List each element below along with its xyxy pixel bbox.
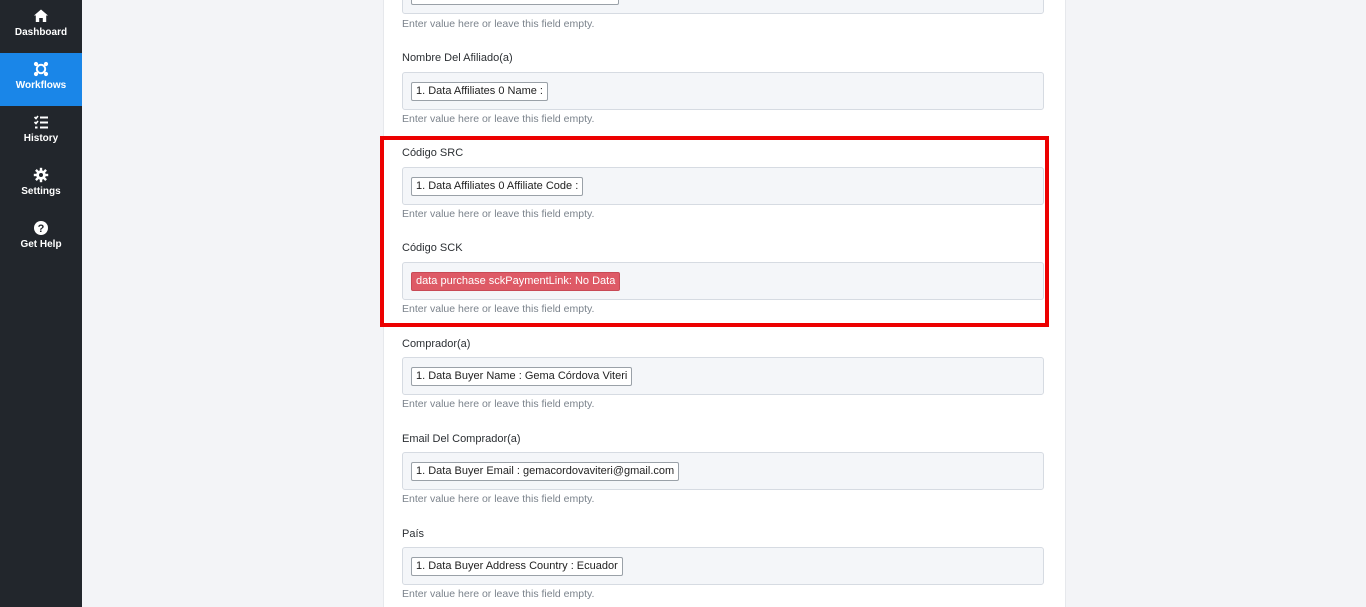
token-pill[interactable]: 1. Data Affiliates 0 Affiliate Code : [411, 177, 584, 196]
field-input-buyer-name[interactable]: 1. Data Buyer Name : Gema Córdova Viteri [402, 357, 1044, 395]
sidebar-item-label: History [23, 133, 59, 144]
field-label-src-code: Código SRC [402, 147, 464, 159]
field-label-affiliate-name: Nombre Del Afiliado(a) [402, 52, 513, 64]
sidebar: Dashboard Workflows History Settings ? G… [0, 0, 82, 607]
field-input-buyer-email[interactable]: 1. Data Buyer Email : gemacordovaviteri@… [402, 452, 1044, 490]
help-icon: ? [34, 221, 48, 235]
field-label-buyer-email: Email Del Comprador(a) [402, 433, 521, 445]
token-pill[interactable] [411, 0, 619, 5]
sidebar-item-label: Settings [21, 186, 61, 197]
history-icon [33, 115, 48, 129]
token-pill-error[interactable]: data purchase sckPaymentLink: No Data [411, 272, 621, 291]
sidebar-item-label: Dashboard [14, 27, 68, 38]
token-pill[interactable]: 1. Data Buyer Email : gemacordovaviteri@… [411, 462, 680, 481]
token-pill[interactable]: 1. Data Buyer Address Country : Ecuador [411, 557, 623, 576]
field-label-buyer-name: Comprador(a) [402, 338, 471, 350]
helper-text: Enter value here or leave this field emp… [402, 303, 595, 315]
field-input-previous[interactable] [402, 0, 1044, 14]
helper-text: Enter value here or leave this field emp… [402, 588, 595, 600]
field-input-src-code[interactable]: 1. Data Affiliates 0 Affiliate Code : [402, 167, 1044, 205]
field-label-country: País [402, 528, 425, 540]
helper-text: Enter value here or leave this field emp… [402, 208, 595, 220]
sidebar-item-get-help[interactable]: ? Get Help [0, 212, 82, 265]
field-input-country[interactable]: 1. Data Buyer Address Country : Ecuador [402, 547, 1044, 585]
sidebar-item-settings[interactable]: Settings [0, 159, 82, 212]
token-pill[interactable]: 1. Data Affiliates 0 Name : [411, 82, 548, 101]
workflows-icon [33, 61, 49, 77]
sidebar-item-dashboard[interactable]: Dashboard [0, 0, 82, 53]
sidebar-item-history[interactable]: History [0, 106, 82, 159]
gear-icon [33, 167, 49, 183]
home-icon [34, 9, 48, 22]
sidebar-item-workflows[interactable]: Workflows [0, 53, 82, 106]
svg-text:?: ? [38, 223, 45, 235]
sidebar-item-label: Get Help [20, 239, 62, 250]
helper-text: Enter value here or leave this field emp… [402, 18, 595, 30]
field-input-sck-code[interactable]: data purchase sckPaymentLink: No Data [402, 262, 1044, 300]
sidebar-item-label: Workflows [15, 80, 67, 91]
token-pill[interactable]: 1. Data Buyer Name : Gema Córdova Viteri [411, 367, 633, 386]
field-label-sck-code: Código SCK [402, 242, 463, 254]
field-input-affiliate-name[interactable]: 1. Data Affiliates 0 Name : [402, 72, 1044, 110]
helper-text: Enter value here or leave this field emp… [402, 398, 595, 410]
helper-text: Enter value here or leave this field emp… [402, 113, 595, 125]
helper-text: Enter value here or leave this field emp… [402, 493, 595, 505]
